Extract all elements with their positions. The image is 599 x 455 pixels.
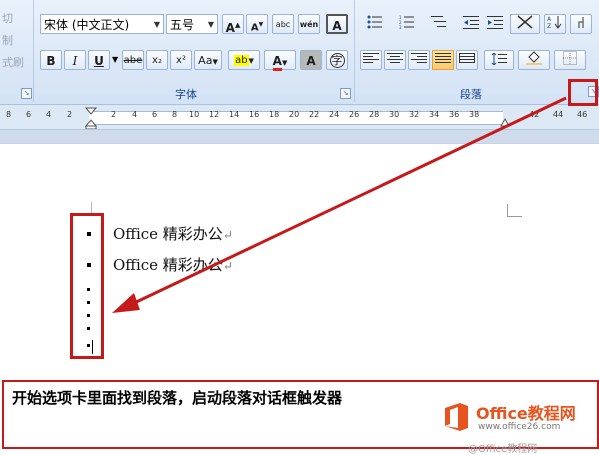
caption-box: 开始选项卡里面找到段落，启动段落对话框触发器 Office教程网 www.off… <box>2 380 599 455</box>
office-logo-icon <box>445 403 468 431</box>
watermark-overlay: @Office教程网 <box>468 444 538 455</box>
brand-name: Office教程网 <box>476 404 576 423</box>
brand-logo: Office教程网 www.office26.com @Office教程网 <box>442 402 576 455</box>
brand-url: www.office26.com <box>478 422 561 432</box>
caption-text: 开始选项卡里面找到段落，启动段落对话框触发器 <box>12 389 343 407</box>
